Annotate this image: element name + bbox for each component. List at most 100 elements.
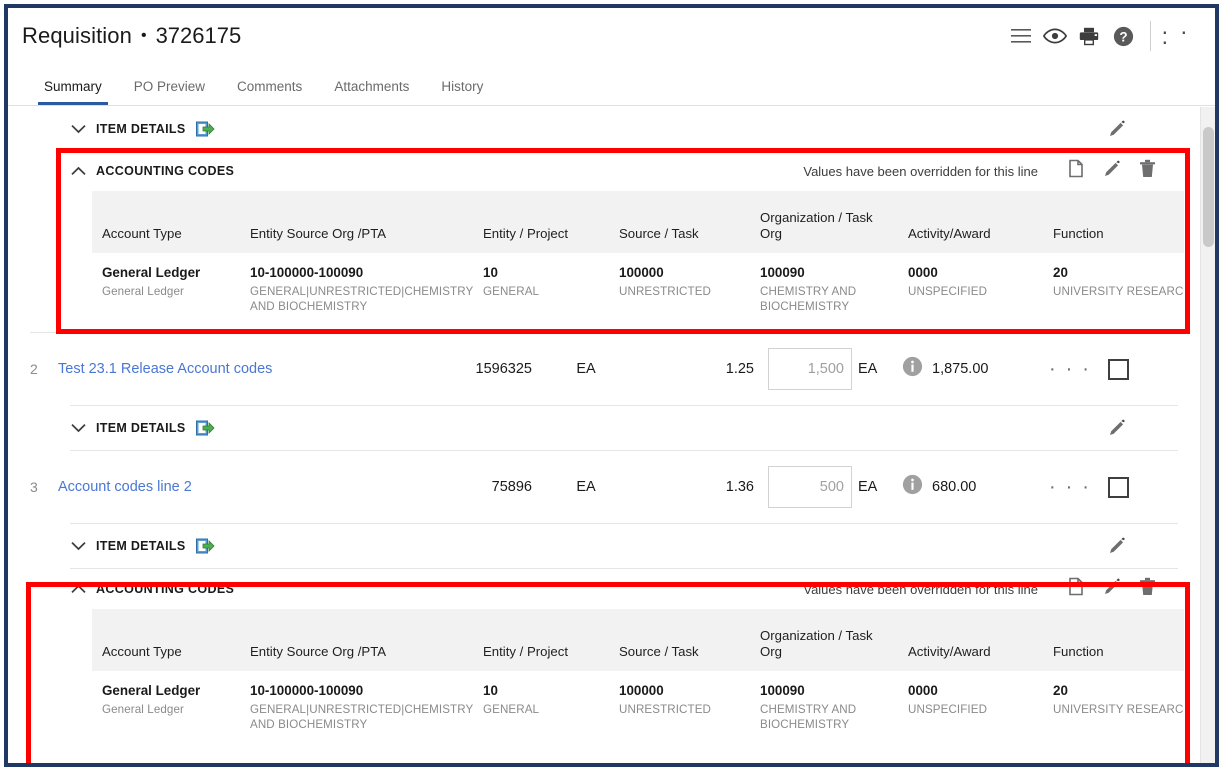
line-actions-button-2[interactable]: · · · [1049, 364, 1091, 374]
chevron-down-icon[interactable] [70, 538, 86, 554]
item-details-header-2[interactable]: ITEM DETAILS [8, 406, 1200, 450]
line-description-link[interactable]: Test 23.1 Release Account codes [58, 361, 440, 377]
cell-subvalue: General Ledger [102, 284, 231, 299]
col-organization-task-org: Organization / Task Org [750, 191, 898, 253]
tab-history[interactable]: History [425, 79, 499, 105]
override-notice: Values have been overridden for this lin… [803, 582, 1038, 597]
content-scroll-region: ITEM DETAILS [8, 107, 1200, 763]
chevron-down-icon[interactable] [70, 121, 86, 137]
vertical-scrollbar-thumb[interactable] [1203, 127, 1214, 247]
edit-button-1[interactable] [1103, 159, 1121, 183]
table-row: General Ledger General Ledger 10-100000-… [92, 253, 1184, 328]
accounting-codes-block-1: ACCOUNTING CODES Values have been overri… [8, 151, 1200, 328]
copy-button-2[interactable] [1068, 577, 1085, 601]
cell-value: 100000 [619, 265, 741, 281]
cell-entity-source-org-pta: 10-100000-100090 GENERAL|UNRESTRICTED|CH… [240, 253, 473, 328]
quantity-input-3[interactable] [768, 466, 852, 508]
line-number: 2 [30, 361, 58, 377]
line-total: 1,875.00 [923, 361, 1027, 377]
override-notice: Values have been overridden for this lin… [803, 164, 1038, 179]
cell-value: 0000 [908, 265, 1034, 281]
cell-value: 100000 [619, 683, 741, 699]
delete-button-2[interactable] [1139, 577, 1156, 601]
col-function: Function [1043, 609, 1184, 671]
line-actions-button-3[interactable]: · · · [1049, 482, 1091, 492]
tab-attachments[interactable]: Attachments [318, 79, 425, 105]
export-icon[interactable] [196, 538, 215, 555]
edit-item-details-button-2[interactable] [1108, 419, 1126, 437]
item-details-label: ITEM DETAILS [96, 122, 185, 136]
cell-function: 20 UNIVERSITY RESEARCH [1043, 671, 1184, 746]
line-uom: EA [532, 479, 640, 495]
cell-value: 100090 [760, 265, 889, 281]
table-row: General Ledger General Ledger 10-100000-… [92, 671, 1184, 746]
window-inner: Requisition • 3726175 [8, 8, 1215, 763]
pencil-icon [1103, 577, 1121, 596]
item-details-header-1[interactable]: ITEM DETAILS [8, 107, 1200, 151]
pencil-icon [1108, 120, 1126, 138]
item-details-header-3[interactable]: ITEM DETAILS [8, 524, 1200, 568]
col-entity-project: Entity / Project [473, 191, 609, 253]
line-number: 3 [30, 479, 58, 495]
col-entity-project: Entity / Project [473, 609, 609, 671]
col-organization-task-org: Organization / Task Org [750, 609, 898, 671]
tab-po-preview[interactable]: PO Preview [118, 79, 221, 105]
edit-item-details-button-1[interactable] [1108, 120, 1126, 138]
edit-button-2[interactable] [1103, 577, 1121, 601]
header-divider [1150, 21, 1151, 51]
requisition-number: 3726175 [156, 23, 242, 49]
vertical-scrollbar[interactable] [1200, 107, 1215, 763]
line-unit-price: 1.25 [640, 361, 754, 377]
header-actions: ? · · · [1004, 19, 1205, 53]
delete-button-1[interactable] [1139, 159, 1156, 183]
accounting-codes-label: ACCOUNTING CODES [96, 164, 234, 178]
cell-subvalue: UNSPECIFIED [908, 702, 1034, 717]
quantity-uom: EA [858, 479, 898, 495]
page-title-text: Requisition [22, 23, 132, 49]
pencil-icon [1108, 537, 1126, 555]
menu-button[interactable] [1004, 19, 1038, 53]
print-button[interactable] [1072, 19, 1106, 53]
content-area: ITEM DETAILS [8, 107, 1215, 763]
cell-entity-project: 10 GENERAL [473, 253, 609, 328]
col-account-type: Account Type [92, 609, 240, 671]
line-select-checkbox-3[interactable] [1108, 477, 1129, 498]
copy-button-1[interactable] [1068, 159, 1085, 183]
line-item-row-2: 2 Test 23.1 Release Account codes 159632… [8, 333, 1200, 405]
export-icon[interactable] [196, 121, 215, 138]
col-function: Function [1043, 191, 1184, 253]
eye-icon [1043, 28, 1067, 44]
accounting-codes-table-1: Account Type Entity Source Org /PTA Enti… [92, 191, 1184, 328]
cell-account-type: General Ledger General Ledger [92, 671, 240, 746]
print-icon [1079, 27, 1099, 46]
line-info-button-2[interactable] [902, 356, 923, 382]
accounting-codes-table-wrap-2: Account Type Entity Source Org /PTA Enti… [92, 609, 1184, 746]
edit-item-details-button-3[interactable] [1108, 537, 1126, 555]
cell-value: 10 [483, 683, 600, 699]
tab-comments[interactable]: Comments [221, 79, 318, 105]
chevron-up-icon[interactable] [70, 581, 86, 597]
tab-summary[interactable]: Summary [28, 79, 118, 105]
line-description-link[interactable]: Account codes line 2 [58, 479, 440, 495]
cell-organization-task-org: 100090 CHEMISTRY AND BIOCHEMISTRY [750, 253, 898, 328]
preview-button[interactable] [1038, 19, 1072, 53]
more-actions-button[interactable]: · · · [1161, 19, 1201, 53]
chevron-up-icon[interactable] [70, 163, 86, 179]
export-icon[interactable] [196, 420, 215, 437]
chevron-down-icon[interactable] [70, 420, 86, 436]
line-select-checkbox-2[interactable] [1108, 359, 1129, 380]
help-button[interactable]: ? [1106, 19, 1140, 53]
trash-icon [1139, 577, 1156, 596]
cell-value: 10-100000-100090 [250, 265, 464, 281]
cell-activity-award: 0000 UNSPECIFIED [898, 671, 1043, 746]
quantity-input-2[interactable] [768, 348, 852, 390]
cell-subvalue: CHEMISTRY AND BIOCHEMISTRY [760, 702, 889, 732]
title-separator: • [141, 27, 147, 45]
cell-value: 0000 [908, 683, 1034, 699]
cell-value: General Ledger [102, 683, 231, 699]
col-account-type: Account Type [92, 191, 240, 253]
line-info-button-3[interactable] [902, 474, 923, 500]
info-icon [902, 356, 923, 377]
cell-subvalue: UNRESTRICTED [619, 284, 741, 299]
accounting-codes-table-wrap-1: Account Type Entity Source Org /PTA Enti… [92, 191, 1184, 328]
